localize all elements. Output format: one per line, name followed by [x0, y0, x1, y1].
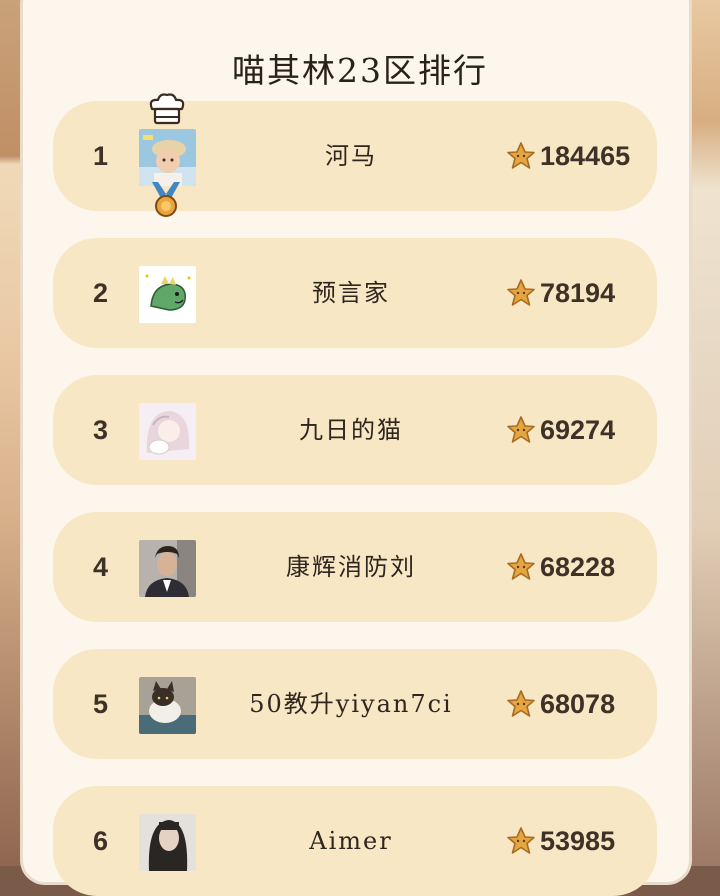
user-avatar[interactable]: [139, 814, 196, 871]
player-name: 50教升yiyan7ci: [249, 690, 453, 718]
user-avatar[interactable]: [139, 403, 196, 460]
leaderboard-row[interactable]: 6 Aimer 53985: [53, 786, 657, 896]
leaderboard-row[interactable]: 3 九日的猫 69274: [53, 375, 657, 485]
player-name: 河马: [325, 142, 377, 170]
rank-number: 5: [93, 689, 109, 719]
player-name: 预言家: [312, 279, 390, 307]
background-scene-right: [686, 0, 720, 866]
rank-number: 4: [93, 552, 109, 582]
star-icon: [506, 278, 536, 308]
leaderboard-row[interactable]: 2 预言家 78194: [53, 238, 657, 348]
star-icon: [506, 141, 536, 171]
player-name: 九日的猫: [299, 416, 403, 444]
star-icon: [506, 415, 536, 445]
crown-icon: [146, 93, 188, 131]
leaderboard-title: 喵其林23区排行: [232, 51, 488, 90]
player-score: 184465: [540, 141, 631, 171]
star-icon: [506, 552, 536, 582]
player-score: 78194: [540, 278, 616, 308]
rank-number: 6: [93, 826, 109, 856]
player-score: 53985: [540, 826, 616, 856]
user-avatar[interactable]: [139, 129, 196, 186]
player-score: 68228: [540, 552, 616, 582]
leaderboard-row[interactable]: 4 康辉消防刘 68228: [53, 512, 657, 622]
player-name: Aimer: [309, 827, 393, 855]
player-score: 69274: [540, 415, 616, 445]
user-avatar[interactable]: [139, 540, 196, 597]
user-avatar[interactable]: [139, 677, 196, 734]
star-icon: [506, 826, 536, 856]
rank-number: 3: [93, 415, 109, 445]
rank-number: 1: [93, 141, 109, 171]
user-avatar[interactable]: [139, 266, 196, 323]
player-score: 68078: [540, 689, 616, 719]
leaderboard-row[interactable]: 5 50教升yiyan7ci 68078: [53, 649, 657, 759]
leaderboard-row[interactable]: 1 河马 184465: [53, 101, 657, 211]
medal-icon: [146, 180, 186, 220]
player-name: 康辉消防刘: [286, 553, 416, 581]
rank-number: 2: [93, 278, 109, 308]
star-icon: [506, 689, 536, 719]
